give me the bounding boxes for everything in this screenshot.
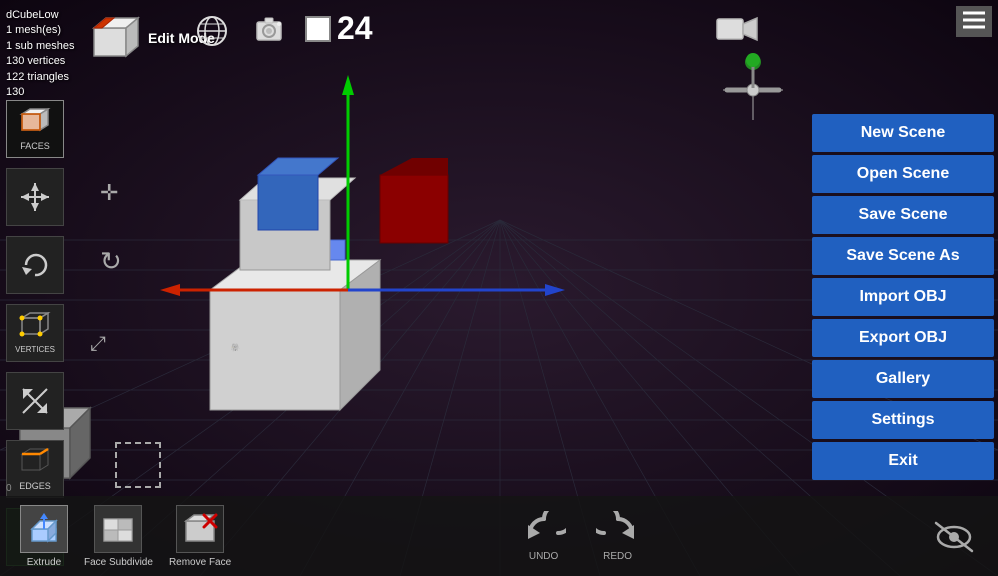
- new-scene-button[interactable]: New Scene: [812, 114, 994, 152]
- cube-icon[interactable]: [88, 12, 140, 64]
- move-tool-button[interactable]: [6, 168, 64, 226]
- faces-tool-button[interactable]: FACES: [6, 100, 64, 158]
- remove-face-label: Remove Face: [169, 557, 231, 568]
- undo-button[interactable]: UNDO: [522, 511, 566, 562]
- vertices-tool-button[interactable]: VERTICES: [6, 304, 64, 362]
- export-obj-button[interactable]: Export OBJ: [812, 319, 994, 357]
- bottom-left-tools: Extrude Face Subdivide: [20, 505, 231, 568]
- svg-text:↻: ↻: [100, 246, 122, 276]
- vertices-label: VERTICES: [15, 345, 55, 354]
- face-subdivide-icon-box: [94, 505, 142, 553]
- selection-box: [115, 442, 161, 488]
- svg-text:✛: ✛: [100, 180, 118, 205]
- status-value: 0: [6, 483, 12, 494]
- redo-button[interactable]: REDO: [596, 511, 640, 562]
- status-bar: 0: [0, 481, 18, 496]
- open-scene-button[interactable]: Open Scene: [812, 155, 994, 193]
- save-scene-as-button[interactable]: Save Scene As: [812, 237, 994, 275]
- vertex-count: 130 vertices: [6, 54, 74, 69]
- svg-text:⤢: ⤢: [90, 333, 106, 355]
- edges-label: EDGES: [19, 481, 51, 491]
- redo-label: REDO: [603, 551, 632, 562]
- mesh-name: dCubeLow: [6, 8, 74, 23]
- right-menu-panel: New Scene Open Scene Save Scene Save Sce…: [808, 110, 998, 484]
- extrude-label: Extrude: [27, 557, 61, 568]
- orientation-gizmo: [713, 50, 793, 130]
- mesh-count: 1 mesh(es): [6, 23, 74, 38]
- bottom-right-tools: [930, 517, 978, 555]
- info-panel: dCubeLow 1 mesh(es) 1 sub meshes 130 ver…: [6, 8, 74, 100]
- hamburger-menu-button[interactable]: [956, 6, 992, 37]
- gallery-button[interactable]: Gallery: [812, 360, 994, 398]
- remove-face-icon-box: [176, 505, 224, 553]
- face-subdivide-label: Face Subdivide: [84, 557, 153, 568]
- video-camera-icon[interactable]: [716, 14, 758, 49]
- triangle-count: 122 triangles: [6, 70, 74, 85]
- hide-button[interactable]: [930, 517, 978, 555]
- undo-redo-tools: UNDO REDO: [522, 511, 640, 562]
- remove-face-button[interactable]: Remove Face: [169, 505, 231, 568]
- settings-button[interactable]: Settings: [812, 401, 994, 439]
- globe-icon-area[interactable]: [195, 14, 229, 53]
- misc-count: 130: [6, 85, 74, 100]
- frame-count: 24: [305, 10, 373, 47]
- frame-icon: [305, 16, 331, 42]
- save-scene-button[interactable]: Save Scene: [812, 196, 994, 234]
- scale-tool-button[interactable]: [6, 372, 64, 430]
- frame-number: 24: [337, 10, 373, 47]
- rotate-tool-button[interactable]: [6, 236, 64, 294]
- face-subdivide-button[interactable]: Face Subdivide: [84, 505, 153, 568]
- exit-button[interactable]: Exit: [812, 442, 994, 480]
- sub-mesh-count: 1 sub meshes: [6, 39, 74, 54]
- faces-label: FACES: [20, 141, 50, 151]
- import-obj-button[interactable]: Import OBJ: [812, 278, 994, 316]
- extrude-button[interactable]: Extrude: [20, 505, 68, 568]
- camera-icon[interactable]: [255, 14, 291, 49]
- bottom-toolbar: Extrude Face Subdivide: [0, 496, 998, 576]
- extrude-icon-box: [20, 505, 68, 553]
- undo-label: UNDO: [529, 551, 558, 562]
